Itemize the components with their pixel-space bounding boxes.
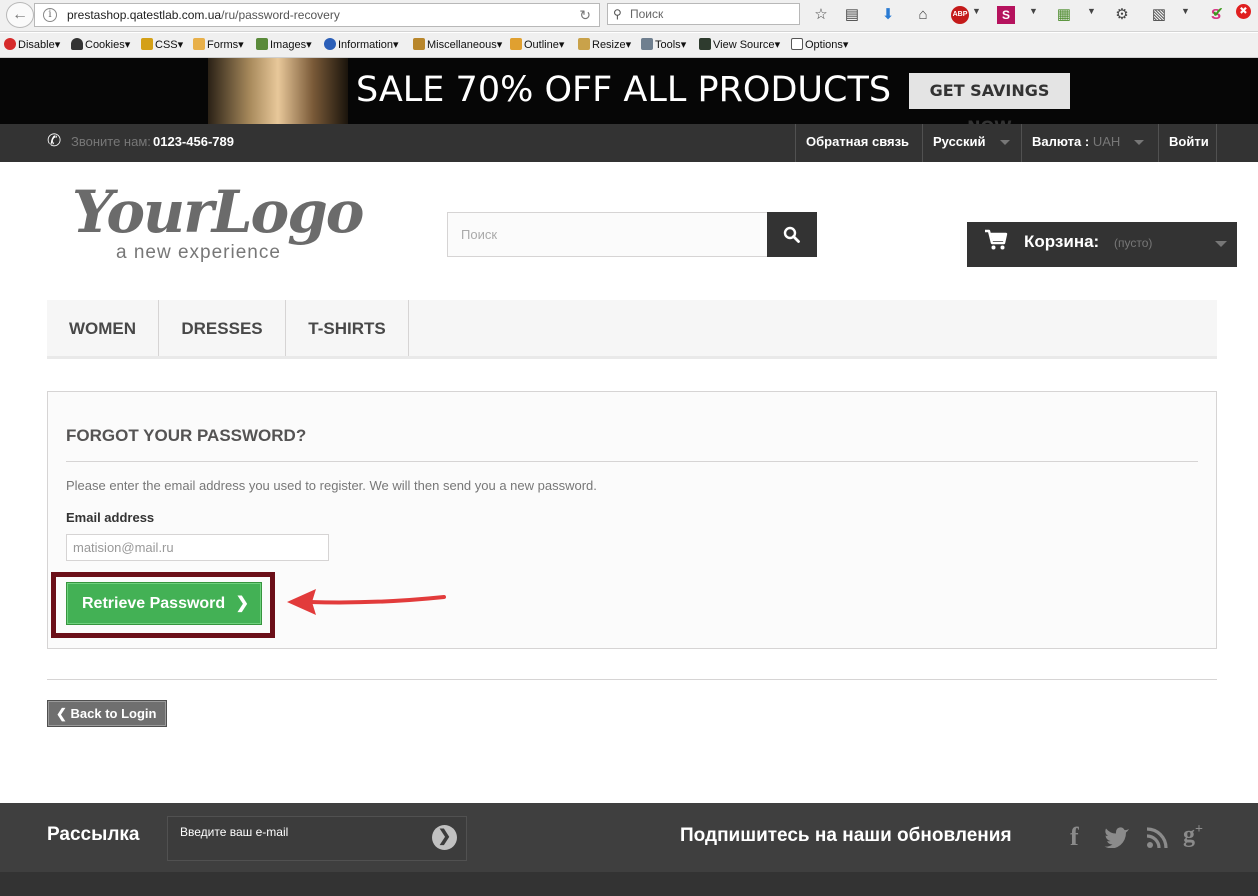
css-icon <box>141 38 153 50</box>
footer-lower-band <box>0 872 1258 896</box>
language-selector[interactable]: Русский <box>922 124 1022 162</box>
dev-menu-miscellaneous[interactable]: Miscellaneous▾ <box>413 38 502 51</box>
seo-extension-dropdown-icon[interactable]: ▼ <box>1087 6 1096 16</box>
home-icon[interactable]: ⌂ <box>914 6 932 24</box>
dev-menu-css[interactable]: CSS▾ <box>141 38 183 51</box>
currency-selector[interactable]: Валюта : UAH <box>1021 124 1159 162</box>
dev-menu-tools[interactable]: Tools▾ <box>641 38 686 51</box>
address-url: prestashop.qatestlab.com.ua/ru/password-… <box>67 8 340 22</box>
promo-headline: SALE 70% OFF ALL PRODUCTS <box>356 70 892 110</box>
cookies-icon <box>71 38 83 50</box>
reading-list-icon[interactable]: ▤ <box>843 6 861 24</box>
chevron-down-icon <box>1215 241 1227 247</box>
promo-model-image <box>208 58 348 124</box>
bookmark-star-icon[interactable]: ☆ <box>812 6 830 24</box>
twitter-icon[interactable] <box>1104 826 1130 848</box>
clipboard-dropdown-icon[interactable]: ▼ <box>1181 6 1190 16</box>
dev-menu-view-source[interactable]: View Source▾ <box>699 38 780 51</box>
s-extension-icon[interactable]: S <box>997 6 1015 24</box>
rss-icon[interactable] <box>1146 827 1168 849</box>
dev-menu-outline[interactable]: Outline▾ <box>510 38 564 51</box>
information-icon <box>324 38 336 50</box>
reload-icon[interactable]: ↻ <box>579 4 591 26</box>
currency-value: UAH <box>1092 134 1121 149</box>
address-bar[interactable]: i prestashop.qatestlab.com.ua/ru/passwor… <box>34 3 600 27</box>
search-icon: ⚲ <box>613 7 622 21</box>
adblock-dropdown-icon[interactable]: ▼ <box>972 6 981 16</box>
web-developer-toolbar: Disable▾ Cookies▾ CSS▾ Forms▾ Images▾ In… <box>0 33 1258 58</box>
view-source-icon <box>699 38 711 50</box>
call-us-label: Звоните нам: <box>71 134 151 149</box>
annotation-arrow <box>287 589 446 615</box>
dev-menu-disable[interactable]: Disable▾ <box>4 38 60 51</box>
site-logo-tagline: a new experience <box>116 242 281 263</box>
browser-back-button[interactable]: ← <box>6 2 34 28</box>
language-value: Русский <box>933 134 986 149</box>
download-icon[interactable]: ⬇ <box>879 6 897 24</box>
images-icon <box>256 38 268 50</box>
resize-icon <box>578 38 590 50</box>
menu-item-women[interactable]: WOMEN <box>47 300 159 356</box>
newsletter-title: Рассылка <box>47 824 140 845</box>
site-info-icon[interactable]: i <box>43 8 57 22</box>
contact-link[interactable]: Обратная связь <box>795 124 923 162</box>
extension-icon[interactable]: ⚙ <box>1113 6 1131 24</box>
cart-icon <box>985 229 1008 250</box>
follow-us-title: Подпишитесь на наши обновления <box>680 825 1012 846</box>
dev-menu-forms[interactable]: Forms▾ <box>193 38 244 51</box>
adblock-icon[interactable]: ABP <box>951 6 969 24</box>
chevron-down-icon <box>1134 140 1145 146</box>
intro-text: Please enter the email address you used … <box>66 478 597 493</box>
chevron-down-icon <box>999 140 1010 146</box>
login-link[interactable]: Войти <box>1158 124 1217 162</box>
disable-icon <box>4 38 16 50</box>
phone-icon: ✆ <box>47 131 62 150</box>
forms-icon <box>193 38 205 50</box>
options-icon <box>791 38 803 50</box>
email-field[interactable]: matision@mail.ru <box>66 534 329 561</box>
page-title: FORGOT YOUR PASSWORD? <box>66 426 307 445</box>
chevron-left-icon: ❮ <box>56 706 67 721</box>
close-icon[interactable]: ✖ <box>1236 4 1251 19</box>
dev-menu-cookies[interactable]: Cookies▾ <box>71 38 130 51</box>
tools-icon <box>641 38 653 50</box>
facebook-icon[interactable]: f <box>1070 822 1079 852</box>
search-icon <box>783 226 800 243</box>
dev-menu-information[interactable]: Information▾ <box>324 38 399 51</box>
miscellaneous-icon <box>413 38 425 50</box>
retrieve-password-button[interactable]: Retrieve Password ❯ <box>66 582 262 625</box>
checkmark-icon[interactable]: ✔ <box>1212 4 1224 21</box>
chevron-right-icon: ❯ <box>235 595 249 612</box>
dev-menu-resize[interactable]: Resize▾ <box>578 38 631 51</box>
back-to-login-label: Back to Login <box>70 706 157 721</box>
back-to-login-button[interactable]: ❮ Back to Login <box>47 700 167 727</box>
get-savings-button[interactable]: GET SAVINGS NOW <box>909 73 1070 136</box>
cart-status: (пусто) <box>1114 236 1153 250</box>
browser-search-field[interactable]: ⚲ Поиск <box>607 3 800 25</box>
currency-label: Валюта : <box>1032 134 1090 149</box>
dev-menu-options[interactable]: Options▾ <box>791 38 848 51</box>
email-label: Email address <box>66 510 155 525</box>
retrieve-password-label: Retrieve Password <box>82 595 226 612</box>
title-divider <box>66 461 1198 462</box>
clipboard-icon[interactable]: ▧ <box>1150 6 1168 24</box>
footer-divider <box>47 679 1217 680</box>
search-button[interactable] <box>767 212 817 257</box>
s-extension-dropdown-icon[interactable]: ▼ <box>1029 6 1038 16</box>
outline-icon <box>510 38 522 50</box>
google-plus-icon[interactable]: g+ <box>1183 822 1203 849</box>
dev-menu-images[interactable]: Images▾ <box>256 38 312 51</box>
seo-extension-icon[interactable]: ▦ <box>1055 6 1073 24</box>
newsletter-submit-button[interactable]: ❯ <box>432 825 457 850</box>
phone-number: 0123-456-789 <box>153 134 234 149</box>
menu-item-dresses[interactable]: DRESSES <box>159 300 286 356</box>
browser-search-placeholder: Поиск <box>630 7 664 21</box>
cart-label: Корзина: <box>1024 232 1100 251</box>
menu-item-t-shirts[interactable]: T-SHIRTS <box>286 300 409 356</box>
newsletter-email-input[interactable]: Введите ваш e-mail <box>167 816 467 861</box>
search-input[interactable]: Поиск <box>447 212 768 257</box>
site-logo[interactable]: YourLogo <box>72 178 364 246</box>
